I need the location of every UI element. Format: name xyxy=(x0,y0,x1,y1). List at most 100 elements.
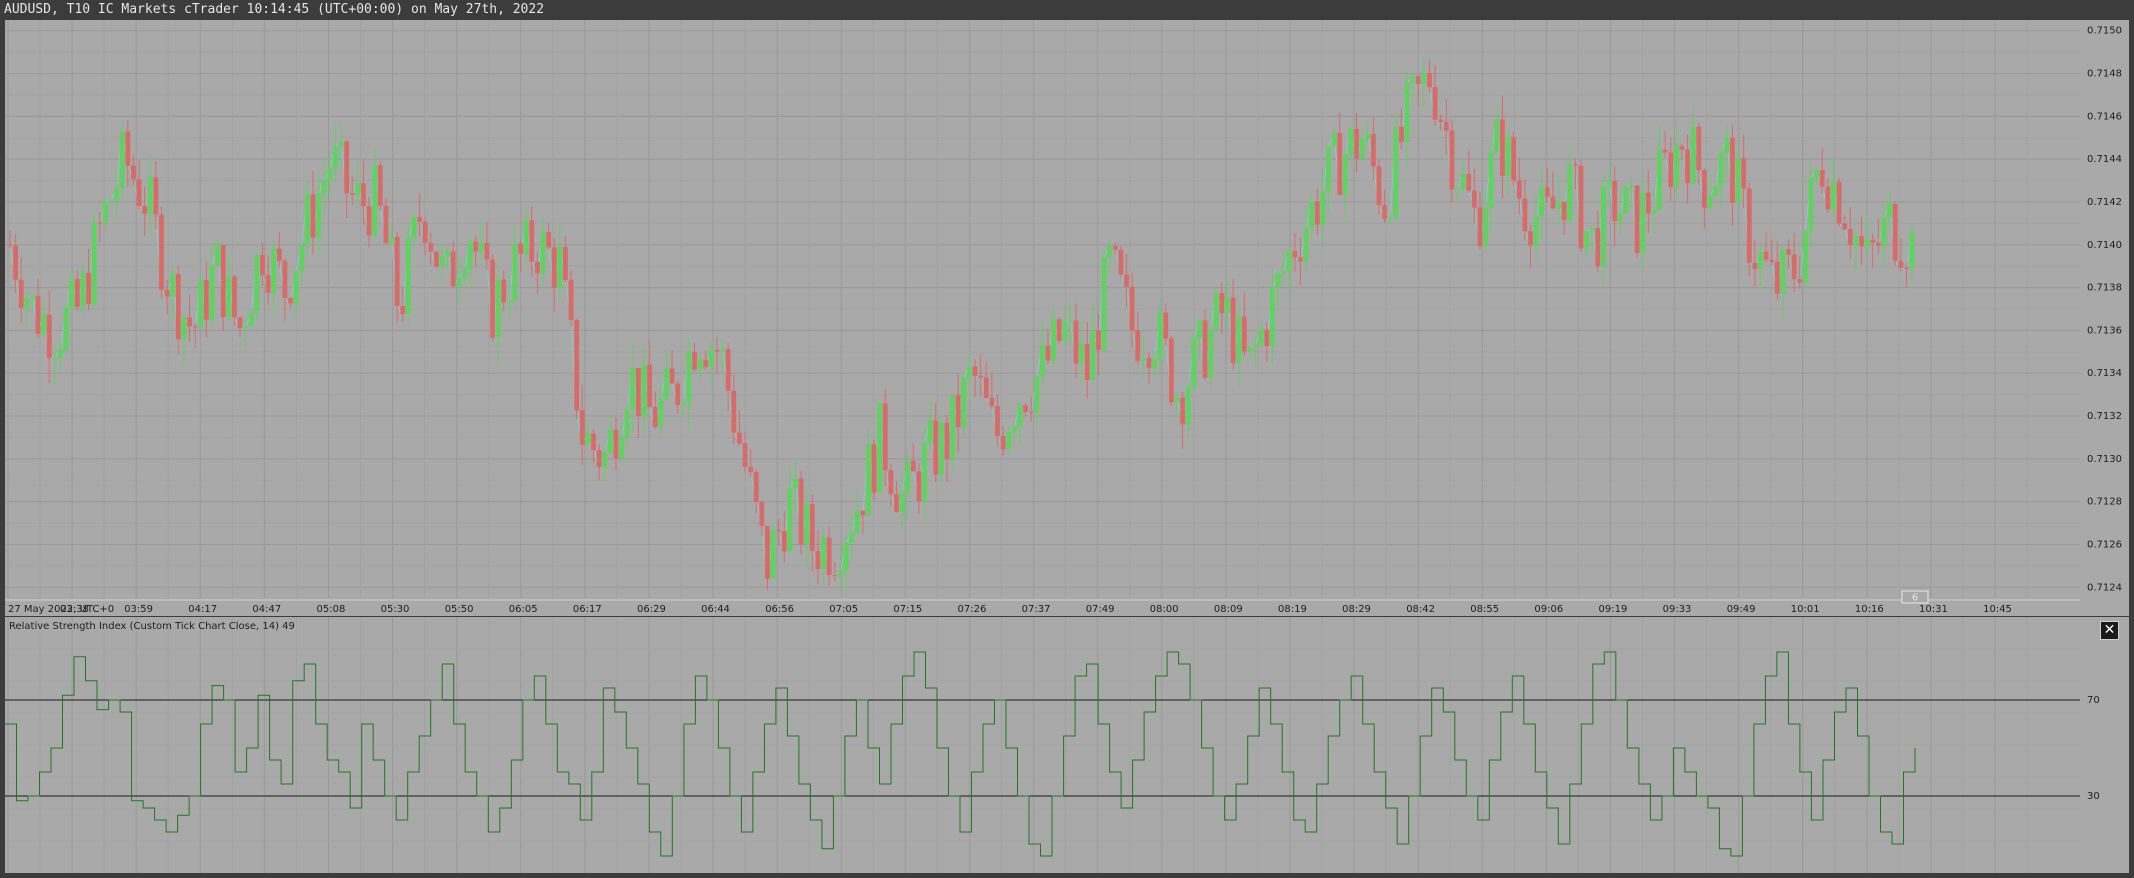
price-tick-label: 0.7144 xyxy=(2087,154,2122,165)
bull-candle xyxy=(950,395,955,459)
time-tick-label: 10:16 xyxy=(1855,604,1884,615)
time-tick-label: 09:19 xyxy=(1599,604,1628,615)
bear-candle xyxy=(1516,180,1522,199)
bear-candle xyxy=(1202,320,1208,378)
bull-candle xyxy=(1213,292,1219,329)
bear-candle xyxy=(860,510,866,516)
bull-candle xyxy=(254,254,260,313)
bull-candle xyxy=(1303,228,1309,262)
bear-candle xyxy=(344,141,350,194)
bull-candle xyxy=(243,326,249,328)
bear-candle xyxy=(551,247,557,288)
bull-candle xyxy=(1657,149,1662,210)
bear-candle xyxy=(888,470,894,495)
bear-candle xyxy=(832,575,838,577)
bear-candle xyxy=(1763,251,1769,260)
time-tick-label: 08:55 xyxy=(1470,604,1499,615)
bull-candle xyxy=(58,349,63,358)
bear-candle xyxy=(232,276,237,318)
bear-candle xyxy=(563,247,568,280)
bear-candle xyxy=(1662,149,1668,153)
bear-candle xyxy=(647,364,652,407)
bull-candle xyxy=(1404,82,1410,143)
bear-candle xyxy=(995,406,1000,436)
bear-candle xyxy=(731,390,737,433)
bull-candle xyxy=(439,256,445,267)
bear-candle xyxy=(1746,188,1752,263)
time-tick-label: 03:59 xyxy=(124,604,153,615)
rsi-level-label: 30 xyxy=(2087,791,2100,802)
price-tick-label: 0.7150 xyxy=(2087,26,2122,37)
time-tick-label: 06:44 xyxy=(701,604,730,615)
bear-candle xyxy=(1028,412,1034,414)
bull-candle xyxy=(1853,236,1859,246)
bull-candle xyxy=(1758,251,1763,269)
bear-candle xyxy=(142,205,148,214)
bear-candle xyxy=(1000,435,1006,450)
bear-candle xyxy=(1668,152,1674,187)
bear-candle xyxy=(1241,316,1247,352)
bull-candle xyxy=(1017,405,1023,428)
bull-candle xyxy=(1831,181,1836,210)
bull-candle xyxy=(523,220,529,254)
bull-candle xyxy=(467,241,473,270)
bear-candle xyxy=(1847,229,1853,246)
bull-candle xyxy=(1331,132,1337,147)
bear-candle xyxy=(725,349,731,391)
close-indicator-button[interactable]: ✕ xyxy=(2100,621,2119,640)
bull-candle xyxy=(114,188,119,201)
bear-candle xyxy=(1169,338,1174,403)
bull-candle xyxy=(837,571,843,576)
bull-candle xyxy=(52,357,58,359)
bull-candle xyxy=(922,443,927,501)
bull-candle xyxy=(905,460,911,493)
bull-candle xyxy=(619,437,624,459)
bull-candle xyxy=(170,274,176,297)
bear-candle xyxy=(714,349,720,352)
bull-candle xyxy=(248,312,254,327)
bear-candle xyxy=(1572,164,1578,166)
bear-candle xyxy=(1645,192,1651,214)
bull-candle xyxy=(1814,169,1820,179)
bear-candle xyxy=(1550,196,1556,209)
bull-candle xyxy=(1718,152,1724,187)
bear-candle xyxy=(669,368,675,384)
bear-candle xyxy=(1595,228,1601,267)
time-tick-label: 07:05 xyxy=(829,604,858,615)
bear-candle xyxy=(1314,201,1320,225)
bear-candle xyxy=(1449,130,1455,190)
time-tick-label: 08:29 xyxy=(1342,604,1371,615)
bear-candle xyxy=(1842,223,1848,230)
bear-candle xyxy=(310,194,316,238)
price-tick-label: 0.7138 xyxy=(2087,283,2122,294)
current-bar-marker[interactable]: 6 xyxy=(1901,590,1929,604)
bear-candle xyxy=(1702,170,1707,208)
bear-candle xyxy=(1354,128,1359,159)
price-panel-background[interactable] xyxy=(5,20,2080,600)
bull-candle xyxy=(1309,201,1315,229)
bear-candle xyxy=(1511,137,1517,181)
bull-candle xyxy=(720,349,725,352)
bear-candle xyxy=(692,352,697,370)
price-axis-background[interactable] xyxy=(2080,20,2129,600)
bull-candle xyxy=(1601,186,1606,267)
bear-candle xyxy=(916,471,922,501)
time-tick-label: 07:15 xyxy=(893,604,922,615)
bear-candle xyxy=(579,410,585,445)
bear-candle xyxy=(955,395,961,428)
bull-candle xyxy=(793,478,798,489)
bull-candle xyxy=(1068,320,1073,322)
bull-candle xyxy=(1690,126,1696,184)
bull-candle xyxy=(495,279,501,338)
bear-candle xyxy=(1904,267,1909,269)
bear-candle xyxy=(1786,249,1791,255)
bull-candle xyxy=(1006,431,1012,450)
time-tick-label: 04:17 xyxy=(188,604,217,615)
bear-candle xyxy=(1578,165,1584,249)
bear-candle xyxy=(417,217,422,222)
bear-candle xyxy=(1859,236,1864,247)
bear-candle xyxy=(736,432,742,444)
bull-candle xyxy=(1421,72,1427,84)
bull-candle xyxy=(327,168,333,181)
chart-area[interactable]: 0.7150 0.7148 0.7146 0.7144 0.7142 0.7140 0.71… xyxy=(0,0,2134,878)
